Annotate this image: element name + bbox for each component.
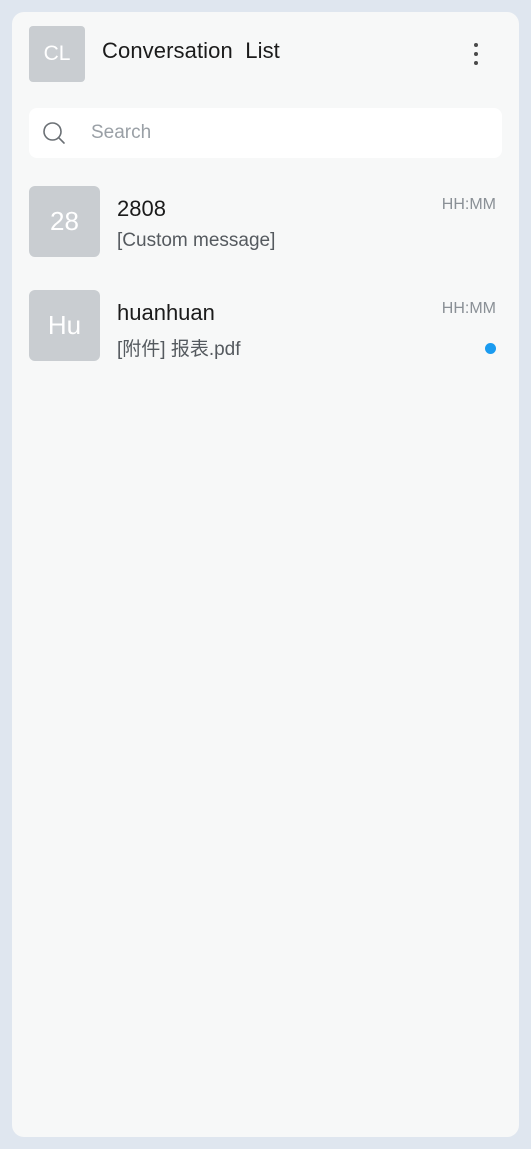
user-avatar[interactable]: CL [29, 26, 85, 82]
conversation-time: HH:MM [441, 196, 496, 213]
conversation-name: huanhuan [117, 300, 215, 325]
more-vertical-icon [474, 61, 478, 65]
search-input[interactable] [73, 108, 493, 158]
list-item[interactable]: Hu huanhuan [附件] 报表.pdf HH:MM [12, 280, 519, 376]
conversation-name: 2808 [117, 196, 166, 221]
more-options-button[interactable] [462, 38, 490, 70]
more-vertical-icon [474, 52, 478, 56]
page-title: Conversation List [102, 38, 280, 63]
more-vertical-icon [474, 43, 478, 47]
avatar: 28 [29, 186, 100, 257]
avatar: Hu [29, 290, 100, 361]
search-bar[interactable] [29, 108, 502, 158]
list-item[interactable]: 28 2808 [Custom message] HH:MM [12, 176, 519, 272]
search-icon [43, 122, 65, 144]
conversation-panel: CL Conversation List 28 2808 [Custom mes… [12, 12, 519, 1137]
unread-indicator [485, 343, 496, 354]
conversation-preview: [Custom message] [117, 230, 276, 251]
conversation-time: HH:MM [441, 300, 496, 317]
conversation-preview: [附件] 报表.pdf [117, 339, 241, 360]
app-frame: CL Conversation List 28 2808 [Custom mes… [0, 0, 531, 1149]
